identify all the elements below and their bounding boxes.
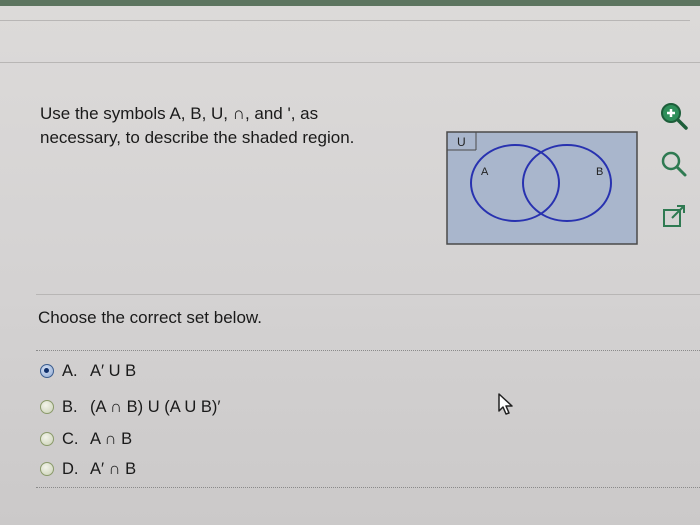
zoom-in-icon	[661, 103, 688, 130]
universe-label: U	[457, 135, 466, 149]
choice-b[interactable]: B. (A ∩ B) U (A U B)′	[40, 393, 220, 421]
zoom-in-button[interactable]	[656, 98, 692, 134]
radio-d[interactable]	[40, 462, 54, 476]
zoom-out-button[interactable]	[656, 146, 692, 182]
popout-icon	[663, 205, 685, 227]
mouse-cursor-icon	[496, 392, 518, 418]
radio-c[interactable]	[40, 432, 54, 446]
venn-diagram-svg: U A B	[446, 131, 638, 245]
choice-b-letter: B.	[62, 397, 78, 416]
question-prompt: Use the symbols A, B, U, ∩, and ', as ne…	[40, 102, 400, 150]
radio-a-selected[interactable]	[40, 364, 54, 378]
prompt-line-1: Use the symbols A, B, U, ∩, and ', as	[40, 104, 319, 123]
venn-diagram: U A B	[446, 131, 638, 245]
set-b-label: B	[596, 166, 603, 178]
choices-divider	[36, 294, 700, 295]
choose-instruction: Choose the correct set below.	[38, 308, 262, 327]
choice-d[interactable]: D. A′ ∩ B	[40, 455, 136, 483]
answer-choices: A. A′ U B B. (A ∩ B) U (A U B)′ C. A ∩ B…	[36, 350, 700, 488]
choice-b-text: (A ∩ B) U (A U B)′	[90, 397, 221, 416]
prompt-line-2: necessary, to describe the shaded region…	[40, 128, 355, 147]
choice-c-letter: C.	[62, 429, 79, 448]
section-divider	[0, 62, 700, 63]
zoom-out-icon	[661, 151, 687, 177]
choice-a-text: A′ U B	[90, 361, 137, 380]
choice-d-text: A′ ∩ B	[90, 459, 137, 478]
header-divider	[0, 20, 690, 21]
radio-b[interactable]	[40, 400, 54, 414]
popout-button[interactable]	[656, 198, 692, 234]
choice-a[interactable]: A. A′ U B	[40, 357, 136, 385]
choice-a-letter: A.	[62, 361, 78, 380]
set-a-label: A	[481, 166, 489, 178]
choice-c[interactable]: C. A ∩ B	[40, 425, 132, 453]
choice-c-text: A ∩ B	[90, 429, 133, 448]
choice-d-letter: D.	[62, 459, 79, 478]
